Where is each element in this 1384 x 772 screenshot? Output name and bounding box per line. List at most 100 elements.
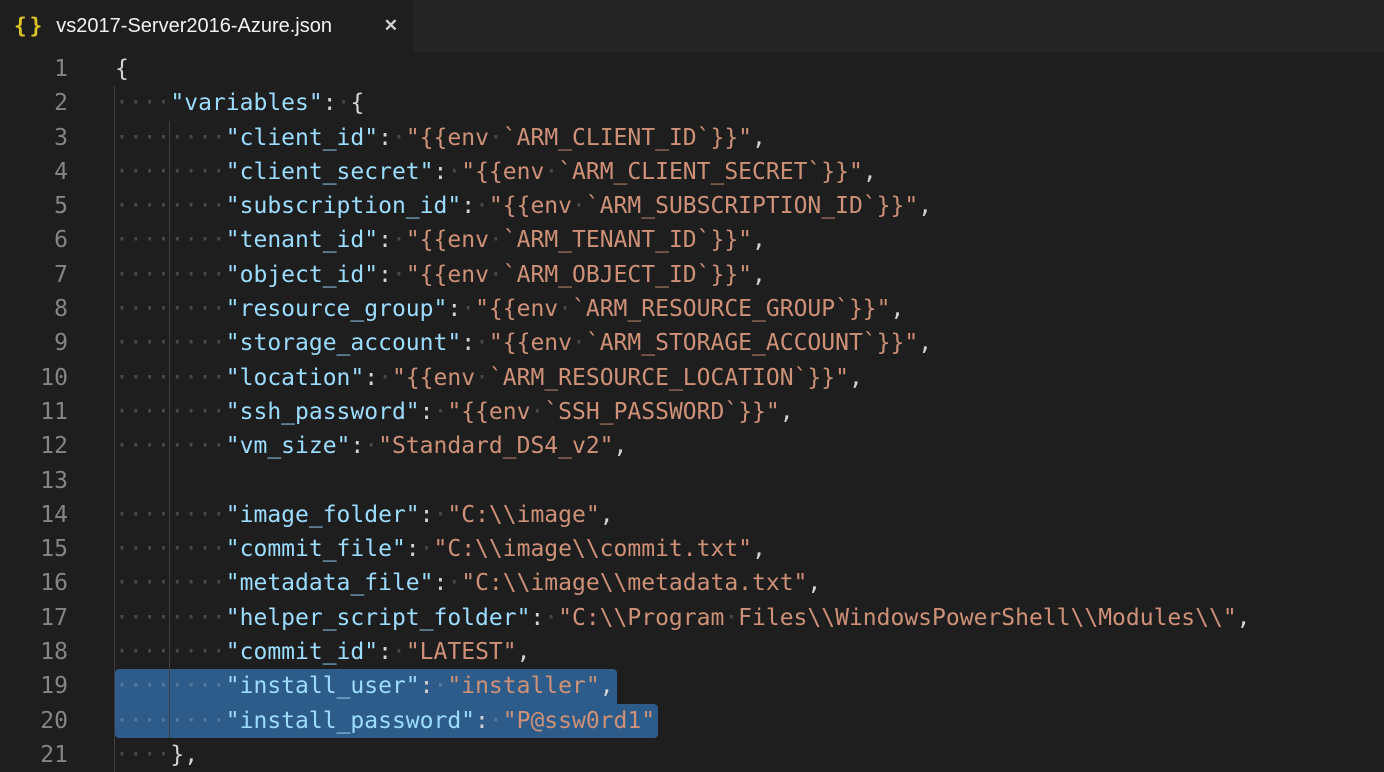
code-line[interactable]: 19 ········"install_user":·"installer", (0, 669, 1384, 703)
tab-close-icon[interactable]: ✕ (384, 16, 398, 36)
code-token: : (378, 639, 392, 665)
line-number[interactable]: 13 (0, 464, 68, 498)
code-token: `ARM_TENANT_ID`}}" (503, 227, 752, 253)
whitespace-dots: ········ (115, 227, 226, 253)
code-content[interactable]: ········"tenant_id":·"{{env·`ARM_TENANT_… (115, 223, 1384, 257)
code-text: ········"client_secret":·"{{env·`ARM_CLI… (115, 155, 877, 189)
code-line[interactable]: 10 ········"location":·"{{env·`ARM_RESOUR… (0, 361, 1384, 395)
code-token: "C:\\image" (447, 502, 599, 528)
code-line[interactable]: 14 ········"image_folder":·"C:\\image", (0, 498, 1384, 532)
code-line[interactable]: 16 ········"metadata_file":·"C:\\image\\m… (0, 566, 1384, 600)
code-line[interactable]: 15 ········"commit_file":·"C:\\image\\com… (0, 532, 1384, 566)
line-number[interactable]: 11 (0, 395, 68, 429)
line-number[interactable]: 15 (0, 532, 68, 566)
whitespace-dots: · (530, 399, 544, 425)
code-line[interactable]: 2····"variables":·{ (0, 86, 1384, 120)
line-number[interactable]: 21 (0, 738, 68, 772)
code-token: , (752, 536, 766, 562)
line-number[interactable]: 9 (0, 326, 68, 360)
whitespace-dots: ········ (115, 330, 226, 356)
code-content[interactable]: ········"commit_id":·"LATEST", (115, 635, 1384, 669)
code-line[interactable]: 6 ········"tenant_id":·"{{env·`ARM_TENANT… (0, 223, 1384, 257)
code-content[interactable]: ········"helper_script_folder":·"C:\\Pro… (115, 601, 1384, 635)
code-content[interactable]: ········"install_password":·"P@ssw0rd1" (115, 704, 1384, 738)
code-text: ········"object_id":·"{{env·`ARM_OBJECT_… (115, 258, 766, 292)
code-content[interactable]: ········"image_folder":·"C:\\image", (115, 498, 1384, 532)
code-line[interactable]: 3 ········"client_id":·"{{env·`ARM_CLIENT… (0, 121, 1384, 155)
code-line[interactable]: 9 ········"storage_account":·"{{env·`ARM_… (0, 326, 1384, 360)
code-token: "object_id" (226, 262, 378, 288)
line-number[interactable]: 20 (0, 704, 68, 738)
code-token: : (475, 708, 489, 734)
code-content[interactable]: ········"vm_size":·"Standard_DS4_v2", (115, 429, 1384, 463)
whitespace-dots: · (434, 673, 448, 699)
code-editor[interactable]: 1{2····"variables":·{3········"client_id… (0, 52, 1384, 772)
code-text: ········"tenant_id":·"{{env·`ARM_TENANT_… (115, 223, 766, 257)
tab-vs2017-server2016-azure-json[interactable]: {} vs2017-Server2016-Azure.json ✕ (0, 0, 414, 52)
line-number[interactable]: 12 (0, 429, 68, 463)
code-line[interactable]: 20 ········"install_password":·"P@ssw0rd1… (0, 704, 1384, 738)
code-content[interactable]: ········"client_id":·"{{env·`ARM_CLIENT_… (115, 121, 1384, 155)
whitespace-dots: ········ (115, 605, 226, 631)
code-content[interactable]: { (115, 52, 1384, 86)
whitespace-dots: · (337, 90, 351, 116)
line-number[interactable]: 18 (0, 635, 68, 669)
line-number[interactable]: 19 (0, 669, 68, 703)
code-content[interactable]: ········"storage_account":·"{{env·`ARM_S… (115, 326, 1384, 360)
code-content[interactable]: ········"install_user":·"installer", (115, 669, 1384, 703)
code-line[interactable]: 21 ····}, (0, 738, 1384, 772)
line-number[interactable]: 8 (0, 292, 68, 326)
whitespace-dots: ········ (115, 639, 226, 665)
code-line[interactable]: 5 ········"subscription_id":·"{{env·`ARM_… (0, 189, 1384, 223)
code-line[interactable]: 8 ········"resource_group":·"{{env·`ARM_R… (0, 292, 1384, 326)
code-content[interactable]: ········"subscription_id":·"{{env·`ARM_S… (115, 189, 1384, 223)
code-content[interactable]: ········"object_id":·"{{env·`ARM_OBJECT_… (115, 258, 1384, 292)
line-number[interactable]: 17 (0, 601, 68, 635)
whitespace-dots: · (434, 502, 448, 528)
code-content[interactable]: ········"client_secret":·"{{env·`ARM_CLI… (115, 155, 1384, 189)
line-number[interactable]: 6 (0, 223, 68, 257)
code-line[interactable]: 11 ········"ssh_password":·"{{env·`SSH_PA… (0, 395, 1384, 429)
code-line[interactable]: 12 ········"vm_size":·"Standard_DS4_v2", (0, 429, 1384, 463)
code-content[interactable]: ········"location":·"{{env·`ARM_RESOURCE… (115, 361, 1384, 395)
whitespace-dots: ········ (115, 365, 226, 391)
whitespace-dots: ········ (115, 673, 226, 699)
code-content[interactable]: ····}, (115, 738, 1384, 772)
whitespace-dots: · (392, 262, 406, 288)
code-line[interactable]: 4 ········"client_secret":·"{{env·`ARM_CL… (0, 155, 1384, 189)
line-number[interactable]: 7 (0, 258, 68, 292)
code-token: "variables" (170, 90, 322, 116)
code-content[interactable]: ········"resource_group":·"{{env·`ARM_RE… (115, 292, 1384, 326)
code-token: , (1237, 605, 1251, 631)
code-content[interactable]: ····"variables":·{ (115, 86, 1384, 120)
code-text: ········"vm_size":·"Standard_DS4_v2", (115, 429, 627, 463)
code-content[interactable] (115, 464, 1384, 498)
code-token: , (600, 673, 614, 699)
code-text: ········"helper_script_folder":·"C:\\Pro… (115, 601, 1251, 635)
code-token: `ARM_CLIENT_SECRET`}}" (558, 159, 863, 185)
code-content[interactable]: ········"commit_file":·"C:\\image\\commi… (115, 532, 1384, 566)
code-line[interactable]: 1{ (0, 52, 1384, 86)
line-number[interactable]: 1 (0, 52, 68, 86)
whitespace-dots: · (558, 296, 572, 322)
code-token: , (752, 125, 766, 151)
code-content[interactable]: ········"metadata_file":·"C:\\image\\met… (115, 566, 1384, 600)
code-line[interactable]: 7········"object_id":·"{{env·`ARM_OBJECT… (0, 258, 1384, 292)
whitespace-dots: ········ (115, 502, 226, 528)
code-token: "vm_size" (226, 433, 351, 459)
whitespace-dots: · (392, 639, 406, 665)
code-line[interactable]: 18 ········"commit_id":·"LATEST", (0, 635, 1384, 669)
line-number[interactable]: 16 (0, 566, 68, 600)
line-number[interactable]: 5 (0, 189, 68, 223)
code-content[interactable]: ········"ssh_password":·"{{env·`SSH_PASS… (115, 395, 1384, 429)
code-line[interactable]: 13 (0, 464, 1384, 498)
tab-filename: vs2017-Server2016-Azure.json (56, 15, 375, 38)
line-number[interactable]: 10 (0, 361, 68, 395)
line-number[interactable]: 3 (0, 121, 68, 155)
line-number[interactable]: 2 (0, 86, 68, 120)
line-number[interactable]: 4 (0, 155, 68, 189)
line-number[interactable]: 14 (0, 498, 68, 532)
code-line[interactable]: 17 ········"helper_script_folder":·"C:\\P… (0, 601, 1384, 635)
code-token: "{{env (489, 330, 572, 356)
code-token: `ARM_CLIENT_ID`}}" (503, 125, 752, 151)
